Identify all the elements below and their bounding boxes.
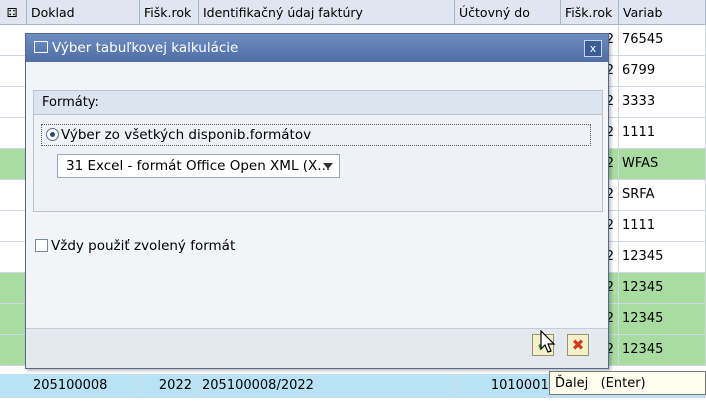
cell-variab: 1111 bbox=[619, 211, 706, 242]
cell-variab: 3333 bbox=[619, 87, 706, 118]
cancel-button[interactable]: ✖ bbox=[567, 334, 589, 356]
cell-doklad: 205100008 bbox=[27, 374, 140, 398]
dropdown-arrow-icon[interactable] bbox=[323, 163, 333, 169]
format-select-value: 31 Excel - formát Office Open XML (X... bbox=[66, 158, 331, 174]
dialog-title: Výber tabuľkovej kalkulácie bbox=[52, 40, 239, 56]
cell-identifikacny-udaj: 205100008/2022 bbox=[199, 374, 455, 398]
col-header-uctovny-do[interactable]: Účtovný do bbox=[455, 0, 561, 25]
col-header-identifikacny-udaj[interactable]: Identifikačný údaj faktúry bbox=[199, 0, 455, 25]
all-formats-radio[interactable]: Výber zo všetkých disponib.formátov bbox=[41, 124, 591, 146]
cell-variab: SRFA bbox=[619, 180, 706, 211]
cell-variab: 1111 bbox=[619, 118, 706, 149]
header-corner[interactable]: ⚃ bbox=[0, 0, 27, 25]
radio-label: Výber zo všetkých disponib.formátov bbox=[61, 127, 312, 143]
formats-group: Formáty: Výber zo všetkých disponib.form… bbox=[33, 90, 603, 212]
checkbox-label: Vždy použiť zvolený formát bbox=[51, 238, 236, 254]
cell-variab: 76545 bbox=[619, 25, 706, 56]
close-button[interactable]: x bbox=[584, 40, 602, 57]
always-use-format-checkbox[interactable]: Vždy použiť zvolený formát bbox=[35, 238, 235, 254]
cell-variab: 12345 bbox=[619, 273, 706, 304]
cell-variab: 12345 bbox=[619, 304, 706, 335]
spreadsheet-select-dialog: Výber tabuľkovej kalkulácie x Formáty: V… bbox=[25, 33, 609, 369]
dialog-titlebar[interactable]: Výber tabuľkovej kalkulácie x bbox=[26, 34, 608, 62]
radio-selected-icon[interactable] bbox=[46, 128, 59, 141]
format-select[interactable]: 31 Excel - formát Office Open XML (X... bbox=[57, 154, 340, 178]
col-header-doklad[interactable]: Doklad bbox=[27, 0, 140, 25]
formats-group-title: Formáty: bbox=[34, 91, 602, 115]
cell-uctovny-do: 10100016 bbox=[455, 374, 561, 398]
window-icon bbox=[34, 41, 48, 53]
cell-variab: 6799 bbox=[619, 56, 706, 87]
col-header-variab[interactable]: Variab bbox=[619, 0, 706, 25]
col-header-fisk-rok-2[interactable]: Fišk.rok bbox=[561, 0, 619, 25]
cell-fisk-rok: 2022 bbox=[140, 374, 199, 398]
cell-variab: WFAS bbox=[619, 149, 706, 180]
cancel-icon: ✖ bbox=[571, 336, 585, 354]
cell-variab: 12345 bbox=[619, 335, 706, 366]
checkbox-icon[interactable] bbox=[35, 239, 48, 252]
dialog-footer bbox=[26, 328, 608, 368]
col-header-fisk-rok[interactable]: Fišk.rok bbox=[140, 0, 199, 25]
close-icon: x bbox=[589, 42, 597, 55]
continue-tooltip: Ďalej (Enter) bbox=[549, 371, 706, 395]
mouse-cursor-icon bbox=[540, 330, 556, 353]
cell-variab: 12345 bbox=[619, 242, 706, 273]
